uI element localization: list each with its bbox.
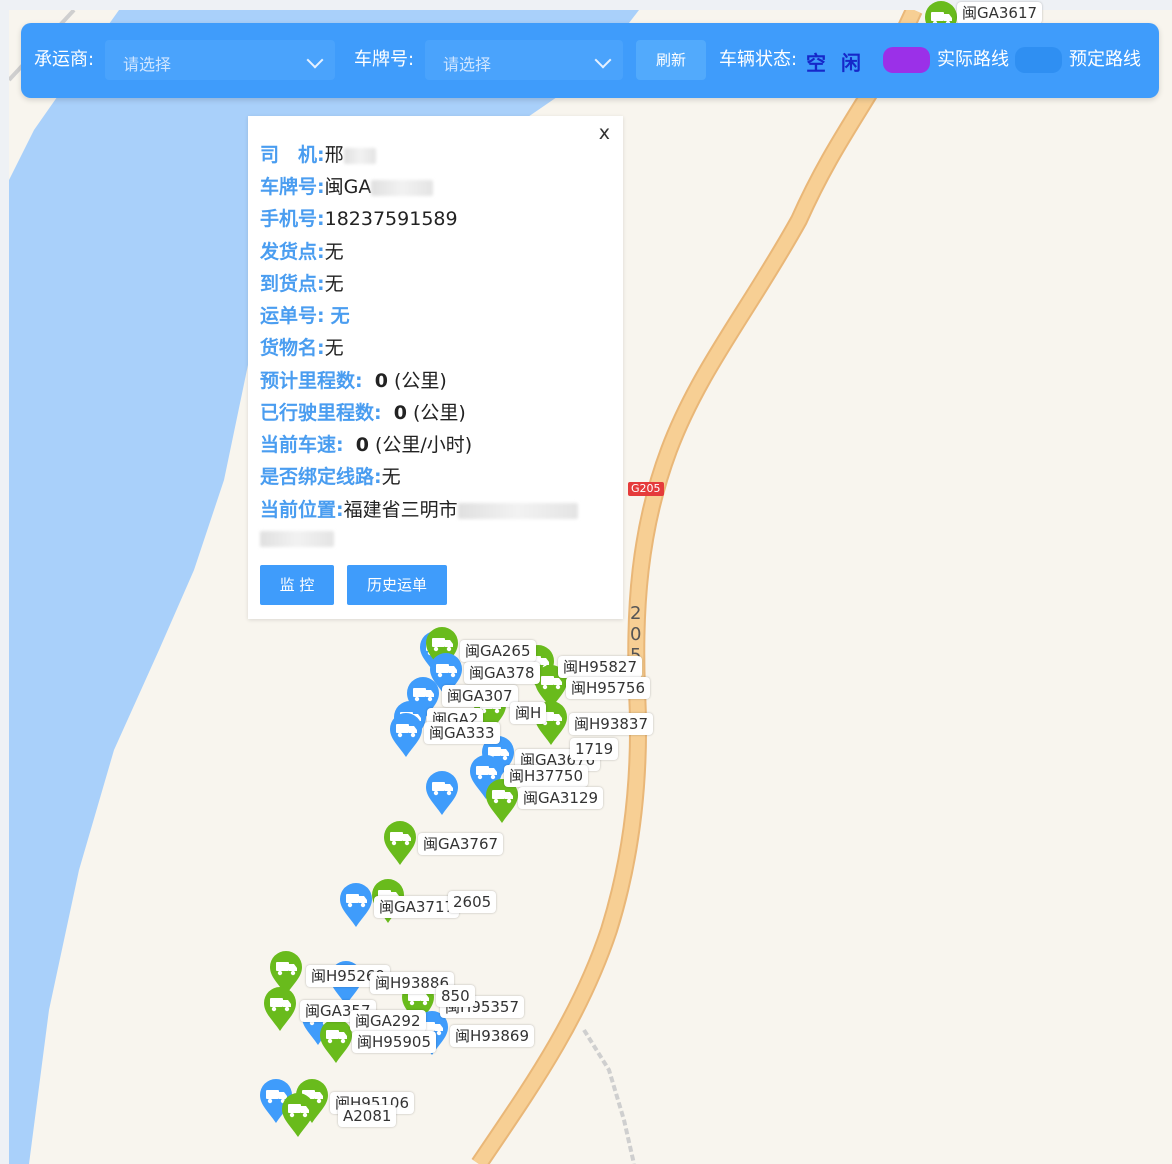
planned-route-label: 预定路线 — [1069, 49, 1141, 70]
vehicle-plate-tag[interactable]: 闽GA378 — [464, 662, 540, 684]
goods-value: 无 — [324, 337, 344, 359]
vehicle-plate-tag[interactable]: 闽GA3767 — [418, 833, 504, 855]
dest-label: 到货点: — [260, 273, 325, 295]
chevron-down-icon — [306, 51, 324, 69]
location-row: 当前位置:福建省三明市 — [260, 497, 578, 523]
plate-label: 车牌号: — [260, 176, 325, 198]
driven-mileage-value: 0 — [393, 402, 407, 424]
vehicle-plate-tag[interactable]: 闽GA307 — [442, 685, 518, 707]
monitor-button[interactable]: 监 控 — [260, 565, 334, 605]
status-value: 空 闲 — [806, 51, 865, 75]
phone-row: 手机号:18237591589 — [260, 206, 458, 232]
road-number-0: 0 — [630, 624, 642, 645]
truck-marker-blue[interactable] — [388, 712, 424, 758]
rail-line — [582, 1028, 636, 1164]
redacted-block — [260, 530, 334, 547]
phone-value: 18237591589 — [324, 208, 458, 230]
vehicle-plate-tag[interactable]: 闽H95905 — [352, 1031, 436, 1053]
vehicle-plate-tag[interactable]: 闽H37750 — [504, 765, 588, 787]
status-label: 车辆状态: — [719, 49, 798, 70]
actual-route-label: 实际路线 — [937, 49, 1009, 70]
origin-value: 无 — [324, 241, 344, 263]
vehicle-plate-tag[interactable]: 闽GA3617 — [957, 2, 1043, 24]
speed-label: 当前车速: — [260, 434, 344, 456]
redacted-block — [343, 147, 376, 164]
vehicle-plate-tag[interactable]: 闽GA292 — [350, 1010, 426, 1032]
location-value: 福建省三明市 — [343, 499, 458, 521]
plate-placeholder: 请选择 — [443, 55, 492, 74]
vehicle-plate-tag[interactable]: 850 — [436, 985, 475, 1007]
truck-marker-green[interactable] — [318, 1018, 354, 1064]
carrier-label: 承运商: — [34, 49, 95, 70]
road-shield-g205: G205 — [628, 482, 664, 496]
plate-row: 车牌号:闽GA — [260, 174, 434, 200]
est-mileage-label: 预计里程数: — [260, 370, 363, 392]
location-label: 当前位置: — [260, 499, 344, 521]
vehicle-plate-tag[interactable]: 闽H95827 — [558, 656, 642, 678]
waybill-value: 无 — [330, 305, 350, 327]
goods-label: 货物名: — [260, 337, 325, 359]
chevron-down-icon — [594, 51, 612, 69]
est-mileage-unit: (公里) — [393, 370, 447, 392]
phone-label: 手机号: — [260, 208, 325, 230]
plate-select[interactable]: 请选择 — [425, 40, 623, 80]
driven-mileage-row: 已行驶里程数: 0 (公里) — [260, 400, 466, 426]
dest-row: 到货点:无 — [260, 271, 344, 297]
vehicle-plate-tag[interactable]: 1719 — [570, 738, 619, 760]
truck-marker-green[interactable] — [280, 1092, 316, 1138]
truck-marker-green[interactable] — [382, 820, 418, 866]
driver-value: 邢 — [324, 144, 344, 166]
truck-marker-blue[interactable] — [424, 770, 460, 816]
redacted-block — [457, 502, 578, 519]
goods-row: 货物名:无 — [260, 335, 344, 361]
planned-route-swatch — [1015, 47, 1062, 73]
est-mileage-value: 0 — [374, 370, 388, 392]
est-mileage-row: 预计里程数: 0 (公里) — [260, 368, 447, 394]
redacted-block — [371, 179, 434, 196]
actual-route-swatch — [883, 47, 930, 73]
history-waybill-button[interactable]: 历史运单 — [347, 565, 447, 605]
vehicle-plate-tag[interactable]: 闽H93869 — [450, 1025, 534, 1047]
refresh-button[interactable]: 刷新 — [636, 40, 706, 80]
plate-value: 闽GA — [324, 176, 372, 198]
waybill-label: 运单号: — [260, 305, 325, 327]
vehicle-plate-tag[interactable]: 2605 — [448, 891, 497, 913]
vehicle-info-popup: x 司 机:邢 车牌号:闽GA 手机号:18237591589 发货点:无 到货… — [248, 116, 623, 619]
location-row-2 — [260, 525, 334, 551]
waybill-row: 运单号: 无 — [260, 303, 350, 329]
speed-row: 当前车速: 0 (公里/小时) — [260, 432, 472, 458]
origin-label: 发货点: — [260, 241, 325, 263]
dest-value: 无 — [324, 273, 344, 295]
driven-mileage-unit: (公里) — [412, 402, 466, 424]
plate-label: 车牌号: — [354, 49, 415, 70]
bound-route-value: 无 — [381, 466, 401, 488]
close-icon[interactable]: x — [599, 122, 610, 144]
vehicle-plate-tag[interactable]: 闽GA3717 — [374, 896, 460, 918]
bound-route-label: 是否绑定线路: — [260, 466, 382, 488]
vehicle-plate-tag[interactable]: 闽GA265 — [460, 640, 536, 662]
truck-marker-blue[interactable] — [338, 882, 374, 928]
origin-row: 发货点:无 — [260, 239, 344, 265]
vehicle-plate-tag[interactable]: 闽H — [510, 702, 547, 724]
speed-value: 0 — [355, 434, 369, 456]
carrier-select[interactable]: 请选择 — [105, 40, 335, 80]
vehicle-plate-tag[interactable]: 闽H95756 — [566, 677, 650, 699]
truck-marker-green[interactable] — [262, 986, 298, 1032]
driver-row: 司 机:邢 — [260, 142, 376, 168]
speed-unit: (公里/小时) — [374, 434, 473, 456]
vehicle-plate-tag[interactable]: 闽GA3129 — [518, 787, 604, 809]
filter-toolbar: 承运商: 请选择 车牌号: 请选择 刷新 车辆状态: 空 闲 实际路线 预定路线 — [21, 23, 1159, 98]
vehicle-plate-tag[interactable]: A2081 — [338, 1105, 397, 1127]
vehicle-plate-tag[interactable]: 闽H93837 — [569, 713, 653, 735]
carrier-placeholder: 请选择 — [123, 55, 172, 74]
road-number-2: 2 — [630, 603, 642, 624]
vehicle-plate-tag[interactable]: 闽GA333 — [424, 722, 500, 744]
driven-mileage-label: 已行驶里程数: — [260, 402, 382, 424]
driver-label: 司 机: — [260, 144, 325, 166]
bound-route-row: 是否绑定线路:无 — [260, 464, 401, 490]
